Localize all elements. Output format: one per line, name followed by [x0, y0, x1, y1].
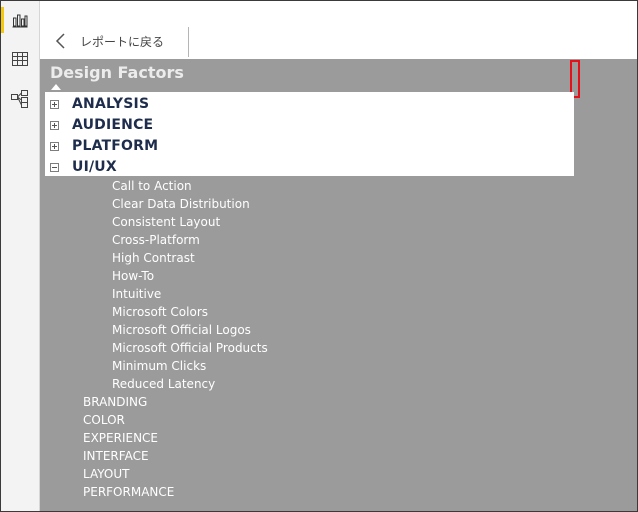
chevron-left-icon	[55, 33, 65, 49]
tree-group[interactable]: PERFORMANCE	[83, 485, 174, 499]
report-canvas: Design Factors ANALYSIS AUDIENCE PLATFOR…	[40, 59, 637, 511]
header-divider	[188, 27, 189, 57]
tree-leaf[interactable]: Call to Action	[112, 179, 192, 193]
collapse-minus-icon[interactable]	[50, 162, 59, 172]
tree-leaf[interactable]: Cross-Platform	[112, 233, 200, 247]
tree-leaf[interactable]: How-To	[112, 269, 154, 283]
tree-node-label: AUDIENCE	[72, 117, 154, 133]
tree-group[interactable]: LAYOUT	[83, 467, 129, 481]
tree-leaf[interactable]: Clear Data Distribution	[112, 197, 250, 211]
slicer-title: Design Factors	[50, 63, 184, 82]
data-view-icon[interactable]	[10, 49, 30, 69]
tree-leaf[interactable]: High Contrast	[112, 251, 195, 265]
tree-leaf[interactable]: Minimum Clicks	[112, 359, 206, 373]
tree-leaf[interactable]: Microsoft Official Logos	[112, 323, 251, 337]
tree-node-platform[interactable]: PLATFORM	[50, 138, 158, 154]
view-rail	[1, 1, 40, 511]
tree-group[interactable]: COLOR	[83, 413, 125, 427]
report-view-icon[interactable]	[1, 7, 30, 33]
back-to-report-button[interactable]: レポートに戻る	[54, 27, 164, 55]
tree-node-label: PLATFORM	[72, 138, 159, 154]
tree-leaf[interactable]: Microsoft Colors	[112, 305, 208, 319]
expand-plus-icon[interactable]	[50, 141, 59, 151]
tree-leaf[interactable]: Reduced Latency	[112, 377, 215, 391]
tree-leaf[interactable]: Intuitive	[112, 287, 161, 301]
tree-group[interactable]: BRANDING	[83, 395, 147, 409]
sort-caret-icon[interactable]	[51, 84, 61, 90]
tree-node-label: ANALYSIS	[72, 96, 150, 112]
back-to-report-label: レポートに戻る	[80, 34, 165, 49]
tree-node-analysis[interactable]: ANALYSIS	[50, 96, 149, 112]
tree-node-uiux[interactable]: UI/UX	[50, 159, 117, 175]
tree-leaf[interactable]: Microsoft Official Products	[112, 341, 268, 355]
expand-plus-icon[interactable]	[50, 120, 59, 130]
tree-leaf[interactable]: Consistent Layout	[112, 215, 220, 229]
tree-node-audience[interactable]: AUDIENCE	[50, 117, 153, 133]
tree-group[interactable]: EXPERIENCE	[83, 431, 158, 445]
model-view-icon[interactable]	[10, 89, 30, 109]
tree-group[interactable]: INTERFACE	[83, 449, 149, 463]
header-bar: レポートに戻る	[40, 1, 637, 59]
tree-node-label: UI/UX	[72, 159, 117, 175]
expand-plus-icon[interactable]	[50, 99, 59, 109]
